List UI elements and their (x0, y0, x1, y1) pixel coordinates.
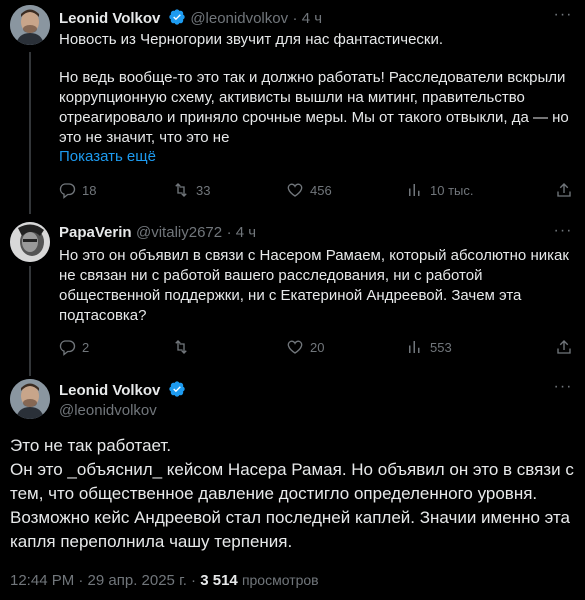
like-count: 456 (310, 182, 332, 198)
reply-count: 18 (82, 182, 97, 198)
share-button[interactable] (555, 180, 573, 200)
tweet-meta: 12:44 PM · 29 апр. 2025 г. · 3 514 просм… (10, 572, 319, 589)
more-icon[interactable]: ··· (553, 223, 573, 244)
author-name[interactable]: Leonid Volkov (59, 382, 160, 399)
reply-button[interactable]: 2 (58, 337, 89, 357)
reply-icon (59, 183, 76, 199)
reply-button[interactable]: 18 (58, 180, 96, 200)
tweet-papaverin-reply[interactable]: PapaVerin @vitaliy2672 · 4 ч ··· Но это … (0, 214, 585, 376)
tweet-volkov-focused: Leonid Volkov @leonidvolkov ··· Это не т… (0, 372, 585, 600)
tweet-text-p2: Но ведь вообще-то это так и должно работ… (59, 69, 569, 146)
share-button[interactable] (555, 337, 573, 357)
reply-count: 2 (82, 339, 90, 355)
thread-line (29, 266, 31, 376)
thread-line (29, 52, 31, 214)
repost-icon (175, 340, 187, 354)
post-time[interactable]: · 4 ч (293, 10, 323, 27)
views-count: 10 тыс. (430, 182, 474, 198)
tweet-actions: 18 33 456 10 тыс. (52, 180, 573, 200)
repost-count: 33 (196, 182, 211, 198)
like-button[interactable]: 456 (286, 180, 332, 200)
views-count: 553 (430, 339, 452, 355)
views-icon (409, 341, 420, 353)
share-icon (557, 340, 571, 354)
views-icon (409, 184, 420, 196)
repost-icon (175, 183, 187, 197)
verified-badge-icon (168, 8, 186, 26)
views-button[interactable]: 553 (406, 337, 452, 357)
like-icon (287, 340, 303, 354)
like-count: 20 (310, 339, 325, 355)
avatar[interactable] (10, 222, 50, 262)
share-icon (557, 183, 571, 197)
author-handle[interactable]: @leonidvolkov (190, 10, 288, 27)
reply-icon (59, 340, 76, 356)
tweet-text-p1: Новость из Черногории звучит для нас фан… (59, 31, 444, 48)
author-name[interactable]: PapaVerin (59, 224, 132, 241)
author-name[interactable]: Leonid Volkov (59, 10, 160, 27)
views-label: просмотров (241, 572, 319, 588)
more-icon[interactable]: ··· (553, 7, 573, 28)
avatar[interactable] (10, 5, 50, 45)
post-time[interactable]: · 4 ч (227, 224, 257, 241)
tweet-header: PapaVerin @vitaliy2672 · 4 ч (59, 224, 256, 242)
view-count: 3 514 (200, 572, 238, 589)
repost-button[interactable] (172, 337, 196, 357)
more-icon[interactable]: ··· (553, 379, 573, 400)
author-handle[interactable]: @leonidvolkov (59, 402, 157, 419)
tweet-text: Но это он объявил в связи с Насером Рама… (59, 247, 569, 324)
tweet-volkov-post[interactable]: Leonid Volkov @leonidvolkov · 4 ч ··· Но… (0, 0, 585, 214)
author-handle[interactable]: @vitaliy2672 (136, 224, 222, 241)
post-timestamp[interactable]: 12:44 PM · 29 апр. 2025 г. · (10, 572, 196, 589)
tweet-header: Leonid Volkov (59, 380, 186, 400)
avatar[interactable] (10, 379, 50, 419)
like-button[interactable]: 20 (286, 337, 324, 357)
verified-badge-icon (168, 380, 186, 398)
repost-button[interactable]: 33 (172, 180, 210, 200)
tweet-header: Leonid Volkov @leonidvolkov · 4 ч (59, 8, 322, 28)
views-button[interactable]: 10 тыс. (406, 180, 473, 200)
tweet-text: Это не так работает. Он это _объяснил_ к… (10, 436, 574, 551)
tweet-actions: 2 20 553 (52, 337, 573, 357)
like-icon (287, 183, 303, 197)
show-more-link[interactable]: Показать ещё (59, 148, 156, 165)
